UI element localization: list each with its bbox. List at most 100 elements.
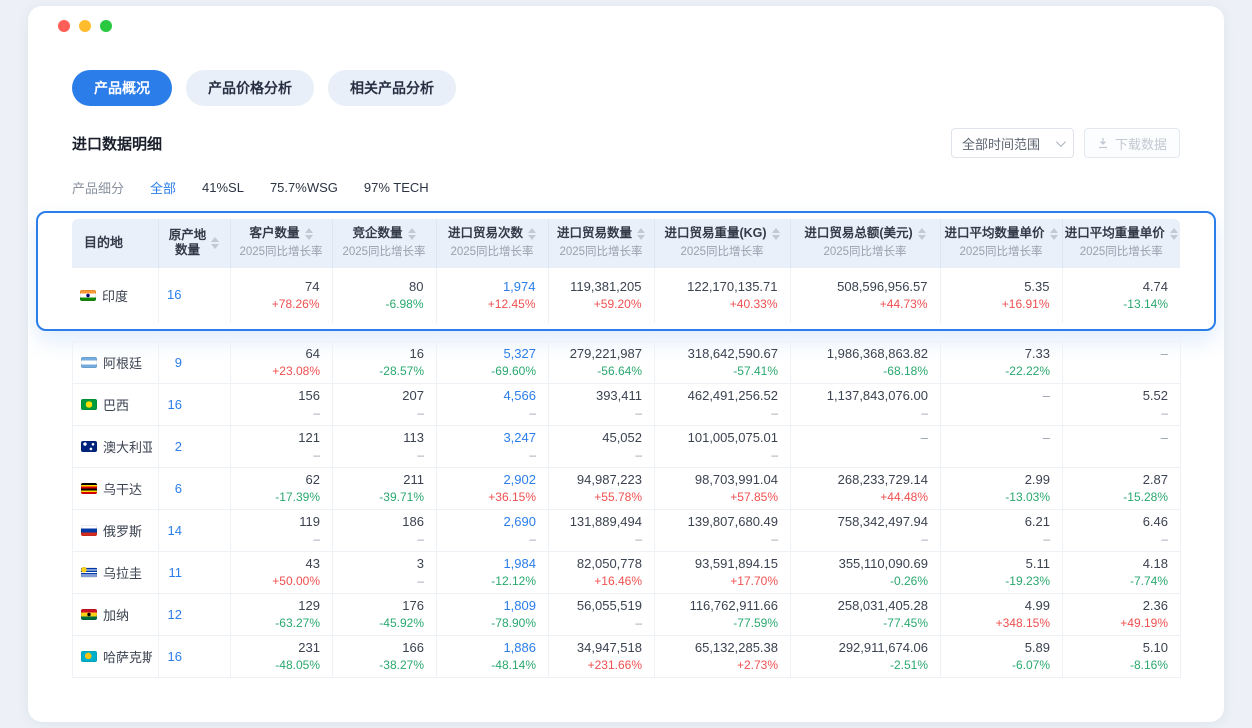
destination-cell: 巴西 xyxy=(73,384,159,426)
table-row[interactable]: 加纳12129-63.27%176-45.92%1,809-78.90%56,0… xyxy=(73,594,1181,636)
tab-product-price-analysis[interactable]: 产品价格分析 xyxy=(186,70,314,106)
trade-count-link[interactable]: 1,974 xyxy=(449,278,536,296)
trade-count-link[interactable]: 2,902 xyxy=(449,471,536,489)
sorter-icon[interactable] xyxy=(637,228,645,240)
column-header-5[interactable]: 进口贸易次数2025同比增长率 xyxy=(436,219,548,267)
zoom-window-button[interactable] xyxy=(100,20,112,32)
table-row[interactable]: 哈萨克斯坦16231-48.05%166-38.27%1,886-48.14%3… xyxy=(73,636,1181,678)
growth-value: – xyxy=(803,405,928,422)
growth-value: +16.91% xyxy=(953,296,1050,313)
sorter-icon[interactable] xyxy=(408,228,416,240)
window-controls xyxy=(58,20,112,32)
table-row[interactable]: 乌干达662-17.39%211-39.71%2,902+36.15%94,98… xyxy=(73,468,1181,510)
chevron-down-icon xyxy=(1056,137,1066,147)
filter-option-757wsg[interactable]: 75.7%WSG xyxy=(270,180,338,195)
sorter-icon[interactable] xyxy=(211,237,219,249)
sorter-icon[interactable] xyxy=(772,228,780,240)
filter-option-all[interactable]: 全部 xyxy=(150,178,176,197)
metric-value: – xyxy=(953,429,1050,447)
column-header-2[interactable]: 原产地 数量 xyxy=(158,219,230,267)
column-subtitle: 2025同比增长率 xyxy=(1080,243,1163,259)
growth-value: +16.46% xyxy=(561,573,642,590)
origin-count-link[interactable]: 12 xyxy=(168,607,182,622)
origin-count-link[interactable]: 14 xyxy=(168,523,182,538)
metric-value: 508,596,956.57 xyxy=(803,278,928,296)
filter-option-97tech[interactable]: 97% TECH xyxy=(364,180,429,195)
trade-count-link[interactable]: 2,690 xyxy=(449,513,536,531)
metric-cell: 7.33-22.22% xyxy=(941,342,1063,384)
metric-cell: 758,342,497.94– xyxy=(791,510,941,552)
origin-count-cell: 6 xyxy=(159,468,231,510)
growth-value: +55.78% xyxy=(561,489,642,506)
growth-value: – xyxy=(243,447,320,464)
close-window-button[interactable] xyxy=(58,20,70,32)
table-row[interactable]: 乌拉圭1143+50.00%3–1,984-12.12%82,050,778+1… xyxy=(73,552,1181,594)
column-header-3[interactable]: 客户数量2025同比增长率 xyxy=(230,219,332,267)
table-row[interactable]: 澳大利亚2121–113–3,247–45,052–101,005,075.01… xyxy=(73,426,1181,468)
origin-count-link[interactable]: 16 xyxy=(167,287,181,302)
metric-cell: 462,491,256.52– xyxy=(655,384,791,426)
growth-value: -6.98% xyxy=(345,296,424,313)
trade-count-link[interactable]: 3,247 xyxy=(449,429,536,447)
country-flag-icon xyxy=(81,483,97,494)
sorter-icon[interactable] xyxy=(528,228,536,240)
trade-count-link[interactable]: 1,886 xyxy=(449,639,536,657)
origin-count-link[interactable]: 2 xyxy=(175,439,182,454)
sorter-icon[interactable] xyxy=(305,228,313,240)
sorter-icon[interactable] xyxy=(918,228,926,240)
column-header-8[interactable]: 进口贸易总额(美元)2025同比增长率 xyxy=(790,219,940,267)
origin-count-cell: 9 xyxy=(159,342,231,384)
growth-value: -17.39% xyxy=(243,489,320,506)
column-title: 进口平均数量单价 xyxy=(944,226,1044,241)
column-header-4[interactable]: 竞企数量2025同比增长率 xyxy=(332,219,436,267)
origin-count-link[interactable]: 16 xyxy=(168,649,182,664)
sort-up-icon xyxy=(528,228,536,233)
growth-value: -77.45% xyxy=(803,615,928,632)
metric-cell: 3– xyxy=(333,552,437,594)
sorter-icon[interactable] xyxy=(1050,228,1058,240)
growth-value: -48.14% xyxy=(449,657,536,674)
time-range-select[interactable]: 全部时间范围 xyxy=(951,128,1074,158)
column-header-10[interactable]: 进口平均重量单价2025同比增长率 xyxy=(1062,219,1180,267)
column-header-7[interactable]: 进口贸易重量(KG)2025同比增长率 xyxy=(654,219,790,267)
destination-cell: 乌拉圭 xyxy=(73,552,159,594)
metric-cell: – xyxy=(1063,342,1181,384)
origin-count-link[interactable]: 16 xyxy=(168,397,182,412)
metric-value: 258,031,405.28 xyxy=(803,597,928,615)
filter-option-41sl[interactable]: 41%SL xyxy=(202,180,244,195)
trade-count-link[interactable]: 1,984 xyxy=(449,555,536,573)
tab-bar: 产品概况 产品价格分析 相关产品分析 xyxy=(72,70,1180,106)
table-row[interactable]: 印度1674+78.26%80-6.98%1,974+12.45%119,381… xyxy=(72,267,1180,323)
sort-up-icon xyxy=(1050,228,1058,233)
metric-cell: 1,137,843,076.00– xyxy=(791,384,941,426)
sort-down-icon xyxy=(1170,235,1178,240)
trade-count-link[interactable]: 5,327 xyxy=(449,345,536,363)
table-row[interactable]: 俄罗斯14119–186–2,690–131,889,494–139,807,6… xyxy=(73,510,1181,552)
table-row[interactable]: 阿根廷964+23.08%16-28.57%5,327-69.60%279,22… xyxy=(73,342,1181,384)
column-title: 进口贸易重量(KG) xyxy=(664,226,766,241)
tab-product-overview[interactable]: 产品概况 xyxy=(72,70,172,106)
filter-label: 产品细分 xyxy=(72,178,124,197)
metric-value: 355,110,090.69 xyxy=(803,555,928,573)
metric-value: 279,221,987 xyxy=(561,345,642,363)
trade-count-link[interactable]: 4,566 xyxy=(449,387,536,405)
sorter-icon[interactable] xyxy=(1170,228,1178,240)
column-header-6[interactable]: 进口贸易数量2025同比增长率 xyxy=(548,219,654,267)
metric-cell: 186– xyxy=(333,510,437,552)
origin-count-link[interactable]: 9 xyxy=(175,355,182,370)
trade-count-link[interactable]: 1,809 xyxy=(449,597,536,615)
download-data-button[interactable]: 下载数据 xyxy=(1084,128,1180,158)
origin-count-cell: 16 xyxy=(159,384,231,426)
table-row[interactable]: 巴西16156–207–4,566–393,411–462,491,256.52… xyxy=(73,384,1181,426)
metric-cell: 1,986,368,863.82-68.18% xyxy=(791,342,941,384)
metric-cell: 101,005,075.01– xyxy=(655,426,791,468)
minimize-window-button[interactable] xyxy=(79,20,91,32)
growth-value: -39.71% xyxy=(345,489,424,506)
metric-value: 7.33 xyxy=(953,345,1050,363)
origin-count-link[interactable]: 6 xyxy=(175,481,182,496)
origin-count-link[interactable]: 11 xyxy=(169,565,183,580)
metric-value: – xyxy=(1075,345,1168,363)
metric-cell: 116,762,911.66-77.59% xyxy=(655,594,791,636)
tab-related-product-analysis[interactable]: 相关产品分析 xyxy=(328,70,456,106)
column-header-9[interactable]: 进口平均数量单价2025同比增长率 xyxy=(940,219,1062,267)
